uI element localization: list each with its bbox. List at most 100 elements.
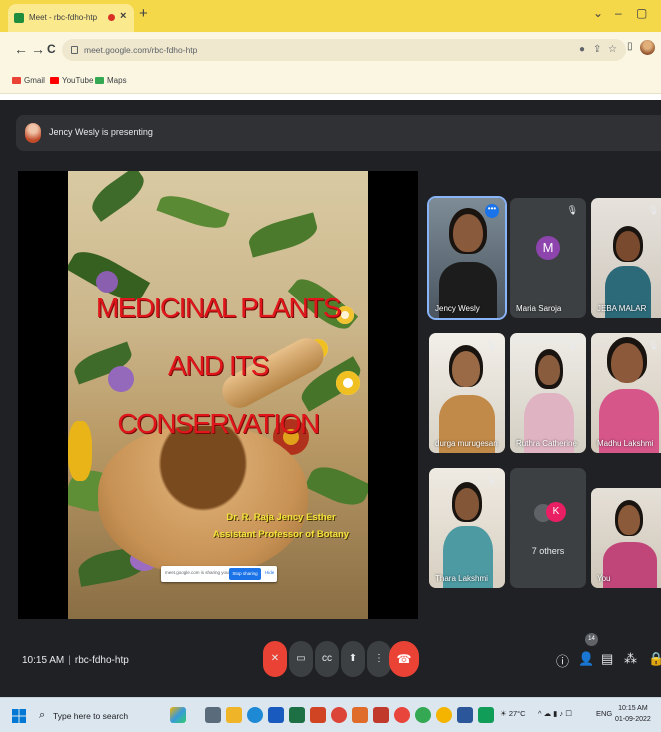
powerpoint-icon[interactable] xyxy=(310,707,326,723)
more-options-button[interactable]: ⋮ xyxy=(367,641,391,677)
word-icon[interactable] xyxy=(268,707,284,723)
minimize-button[interactable]: – xyxy=(615,6,622,20)
file-explorer-icon[interactable] xyxy=(226,707,242,723)
end-call-button[interactable]: ☎ xyxy=(389,641,419,677)
back-button[interactable]: ← xyxy=(14,41,28,57)
screen-share-notice: meet.google.com is sharing your screen. … xyxy=(161,566,277,582)
language-indicator[interactable]: ENG xyxy=(596,709,612,718)
weather-widget-icon[interactable] xyxy=(170,707,186,723)
clock-date: 01-09-2022 xyxy=(615,716,651,723)
youtube-icon xyxy=(50,77,59,84)
bookmark-label: Gmail xyxy=(24,76,45,85)
presentation-slide: MEDICINAL PLANTS AND ITS CONSERVATION Dr… xyxy=(68,171,368,619)
weather-temperature[interactable]: ☀ 27°C xyxy=(500,709,526,718)
participant-face xyxy=(452,351,480,387)
lock-icon xyxy=(71,46,78,54)
mic-off-icon: 🎙 xyxy=(566,205,578,215)
bookmark-star-icon[interactable]: ☆ xyxy=(608,44,617,55)
windows-start-icon[interactable] xyxy=(12,709,26,723)
participant-tile-ruthra-catherine[interactable]: 🎙 Ruthra Catherine xyxy=(510,333,586,453)
slide-title: MEDICINAL PLANTS AND ITS CONSERVATION xyxy=(68,279,368,453)
share-icon[interactable]: ⇪ xyxy=(593,44,601,55)
mic-off-button[interactable]: ✕ xyxy=(263,641,287,677)
bookmark-gmail[interactable]: Gmail xyxy=(12,76,45,85)
reload-button[interactable]: C xyxy=(47,42,56,56)
participant-face xyxy=(618,505,640,535)
presenting-banner: Jency Wesly is presenting xyxy=(16,115,661,151)
url-text[interactable]: meet.google.com/rbc-fdho-htp xyxy=(84,45,197,55)
slide-title-line: AND ITS xyxy=(168,350,269,381)
excel-icon[interactable] xyxy=(289,707,305,723)
participant-face xyxy=(538,355,560,385)
presenter-avatar xyxy=(25,123,41,143)
chrome-icon[interactable] xyxy=(331,707,347,723)
system-tray-icons[interactable]: ^ ☁ ▮ ♪ ☐ xyxy=(538,709,572,718)
participant-tile-others[interactable]: K 7 others xyxy=(510,468,586,588)
app-icon[interactable] xyxy=(352,707,368,723)
participant-face xyxy=(455,488,479,520)
present-button[interactable]: ⬆ xyxy=(341,641,365,677)
slide-title-line: MEDICINAL PLANTS xyxy=(95,292,342,323)
tab-search-button[interactable]: ⌄ xyxy=(593,6,603,20)
taskbar-clock[interactable]: 10:15 AM 01-09-2022 xyxy=(615,703,651,725)
stop-sharing-button[interactable]: Stop sharing xyxy=(229,568,261,580)
herb-leaf xyxy=(245,212,321,258)
side-panel-icon[interactable]: ▯ xyxy=(627,41,633,52)
participant-count-badge: 14 xyxy=(585,633,598,646)
slide-title-line: CONSERVATION xyxy=(117,408,320,439)
participant-tile-thara-lakshmi[interactable]: 🎙 Thara Lakshmi xyxy=(429,468,505,588)
chrome-profile-icon[interactable] xyxy=(394,707,410,723)
task-view-icon[interactable] xyxy=(205,707,221,723)
participant-tile-madhu-lakshmi[interactable]: 🎙 Madhu Lakshmi xyxy=(591,333,661,453)
participant-tile-you[interactable]: You xyxy=(591,488,661,588)
camera-in-use-icon[interactable]: ● xyxy=(579,44,585,55)
separator: | xyxy=(68,655,71,666)
app-icon[interactable] xyxy=(457,707,473,723)
mic-off-icon: 🎙 xyxy=(485,340,497,350)
profile-avatar[interactable] xyxy=(640,40,655,55)
meeting-code[interactable]: rbc-fdho-htp xyxy=(75,655,129,666)
hide-notice-button[interactable]: Hide xyxy=(265,570,274,575)
app-icon[interactable] xyxy=(478,707,494,723)
participant-tile-durga-murugesan[interactable]: 🎙 durga murugesan xyxy=(429,333,505,453)
participant-name: Jency Wesly xyxy=(435,304,480,313)
forward-button[interactable]: → xyxy=(31,41,45,57)
search-placeholder: Type here to search xyxy=(53,711,129,721)
weather-text: 27°C xyxy=(508,709,526,718)
chat-button[interactable]: ▤ xyxy=(601,651,613,667)
more-options-button[interactable]: ••• xyxy=(485,204,499,218)
chrome-profile-icon[interactable] xyxy=(415,707,431,723)
meeting-time: 10:15 AM xyxy=(22,655,65,666)
browser-tab[interactable]: Meet - rbc-fdho-htp × xyxy=(8,4,134,32)
browser-toolbar: ← → C meet.google.com/rbc-fdho-htp ● ⇪ ☆ xyxy=(0,32,661,68)
camera-button[interactable]: ▭ xyxy=(289,641,313,677)
people-button[interactable]: 👤 xyxy=(578,651,594,667)
host-controls-button[interactable]: 🔒 xyxy=(648,651,661,667)
tab-close-button[interactable]: × xyxy=(120,10,126,22)
captions-button[interactable]: cc xyxy=(315,641,339,677)
bookmark-label: Maps xyxy=(107,76,127,85)
mic-off-icon: 🎙 xyxy=(566,340,578,350)
bookmark-youtube[interactable]: YouTube xyxy=(50,76,93,85)
presentation-screen[interactable]: MEDICINAL PLANTS AND ITS CONSERVATION Dr… xyxy=(18,171,418,619)
participant-tile-jeba-malar[interactable]: 🎙 JEBA MALAR xyxy=(591,198,661,318)
acrobat-icon[interactable] xyxy=(373,707,389,723)
bookmark-maps[interactable]: Maps xyxy=(95,76,127,85)
new-tab-button[interactable]: + xyxy=(139,5,148,22)
meeting-info-button[interactable]: ⓘ xyxy=(556,651,569,670)
taskbar-search-box[interactable]: ⌕ Type here to search xyxy=(33,705,163,727)
participant-body xyxy=(603,542,657,588)
participant-tile-jency-wesly[interactable]: ••• Jency Wesly xyxy=(427,196,507,320)
tab-title: Meet - rbc-fdho-htp xyxy=(29,13,98,22)
participant-name: Thara Lakshmi xyxy=(435,574,488,583)
maximize-button[interactable]: ▢ xyxy=(636,6,647,20)
participant-name: You xyxy=(597,574,611,583)
participant-tile-maria-saroja[interactable]: 🎙 M Maria Saroja xyxy=(510,198,586,318)
windows-taskbar: ⌕ Type here to search ☀ 27°C ^ ☁ ▮ ♪ ☐ E… xyxy=(0,697,661,732)
participant-avatar: M xyxy=(536,236,560,260)
address-bar[interactable]: meet.google.com/rbc-fdho-htp ● ⇪ ☆ xyxy=(62,39,626,61)
mic-off-icon: 🎙 xyxy=(647,340,659,350)
edge-icon[interactable] xyxy=(247,707,263,723)
chrome-profile-icon[interactable] xyxy=(436,707,452,723)
activities-button[interactable]: ⁂ xyxy=(624,651,637,667)
